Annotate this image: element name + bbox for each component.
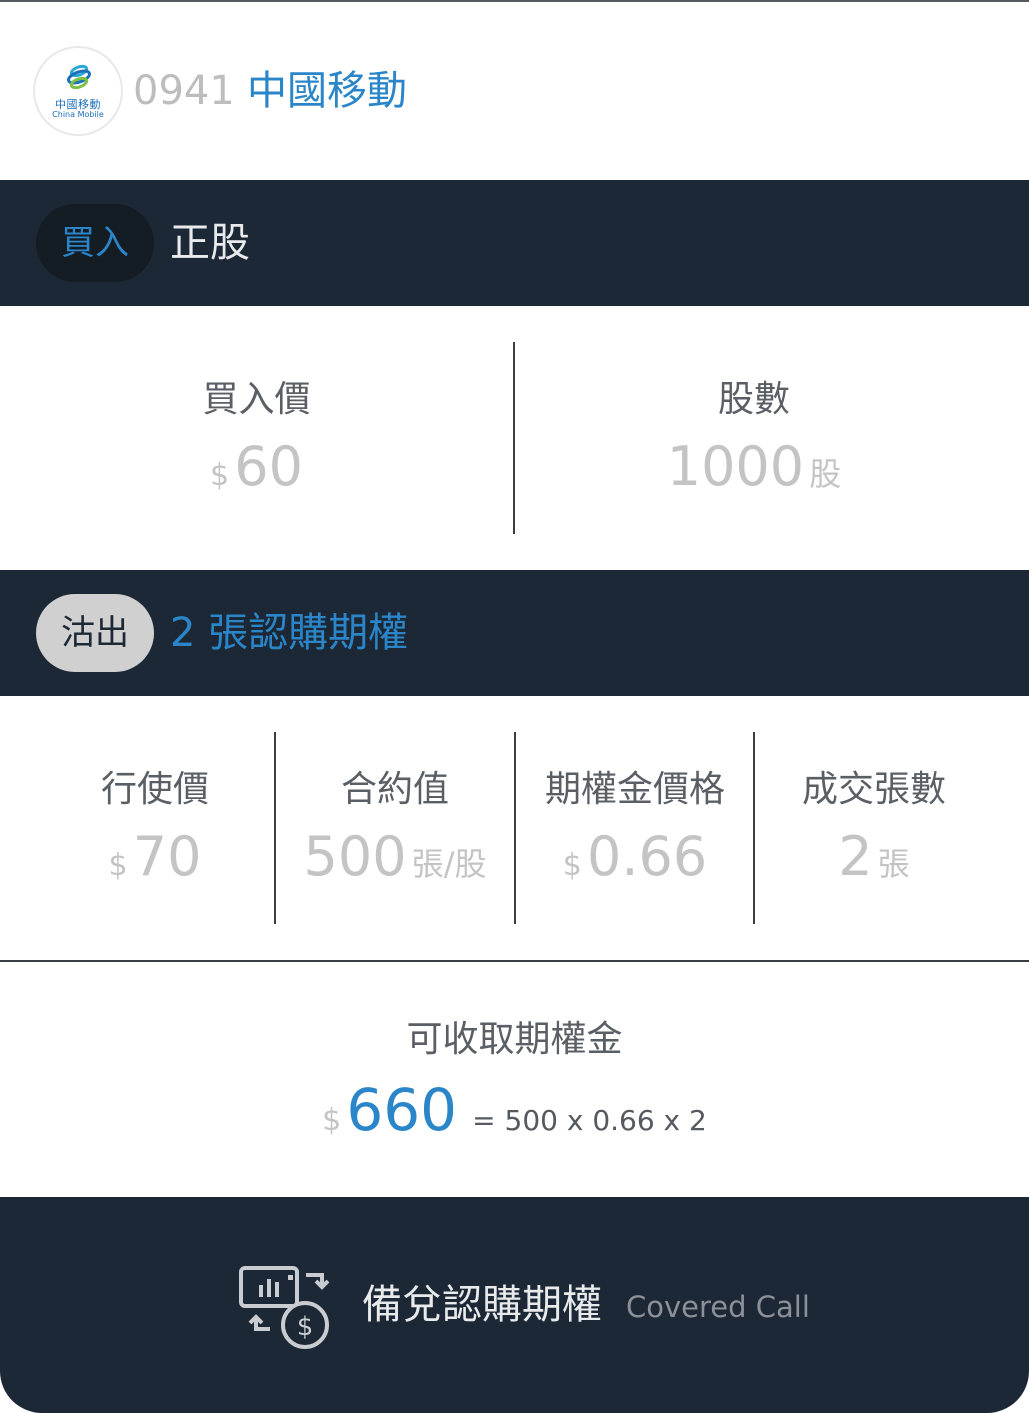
stock-section-title: 正股 <box>170 220 250 266</box>
buy-price-label: 買入價 <box>202 379 311 420</box>
strategy-footer: $ 備兌認購期權 Covered Call <box>0 1197 1029 1413</box>
lots-number: 2 <box>838 825 873 888</box>
contract-size-unit: 張/股 <box>411 845 487 883</box>
stock-code: 0941 <box>133 68 235 114</box>
premium-price-label: 期權金價格 <box>544 769 725 810</box>
china-mobile-logo-icon <box>67 64 91 90</box>
shares-value: 1000 股 <box>515 432 993 515</box>
receivable-premium-value: 660 <box>346 1076 458 1144</box>
strike-price-value: $ 70 <box>36 822 274 905</box>
strategy-title: 備兌認購期權 <box>362 1282 602 1328</box>
strike-price-label: 行使價 <box>100 769 209 810</box>
stock-name: 中國移動 <box>247 68 407 114</box>
lots-value: 2 張 <box>755 822 993 905</box>
contract-size-number: 500 <box>303 825 407 888</box>
receivable-premium-row: $ 660 = 500 x 0.66 x 2 <box>0 1072 1029 1163</box>
cash-exchange-icon: $ <box>239 1266 330 1349</box>
stock-section-bar: 買入 正股 <box>0 180 1029 306</box>
option-section-title: 2 張認購期權 <box>170 610 409 656</box>
lots-unit: 張 <box>877 845 910 883</box>
lots-label: 成交張數 <box>801 769 946 810</box>
stock-details: 買入價 $ 60 股數 1000 股 <box>0 306 1029 570</box>
currency-symbol: $ <box>210 458 230 493</box>
contract-size-value: 500 張/股 <box>276 822 514 905</box>
currency-symbol: $ <box>108 848 128 883</box>
logo-text-en: China Mobile <box>52 110 104 119</box>
sell-badge: 沽出 <box>36 594 154 672</box>
premium-price-value: $ 0.66 <box>516 822 754 905</box>
stock-header: 中國移動 China Mobile 0941 中國移動 <box>0 2 1029 180</box>
china-mobile-logo: 中國移動 China Mobile <box>33 46 123 136</box>
option-details: 行使價 $ 70 合約值 500 張/股 期權金價格 $ 0.66 成交張數 2… <box>0 696 1029 960</box>
contract-size-label: 合約值 <box>340 769 449 810</box>
shares-number: 1000 <box>666 435 805 498</box>
receivable-premium-label: 可收取期權金 <box>406 1019 623 1060</box>
currency-symbol: $ <box>322 1103 342 1138</box>
currency-symbol: $ <box>562 848 582 883</box>
strike-price-number: 70 <box>132 825 202 888</box>
buy-price-value: $ 60 <box>0 432 513 515</box>
premium-price-number: 0.66 <box>586 825 708 888</box>
shares-label: 股數 <box>717 379 790 420</box>
buy-badge: 買入 <box>36 204 154 282</box>
svg-text:$: $ <box>297 1312 314 1342</box>
buy-price-number: 60 <box>234 435 303 498</box>
section-divider <box>0 960 1029 962</box>
option-section-bar: 沽出 2 張認購期權 <box>0 570 1029 696</box>
shares-unit: 股 <box>809 455 842 493</box>
strategy-subtitle: Covered Call <box>626 1290 810 1324</box>
premium-formula: = 500 x 0.66 x 2 <box>472 1104 707 1137</box>
